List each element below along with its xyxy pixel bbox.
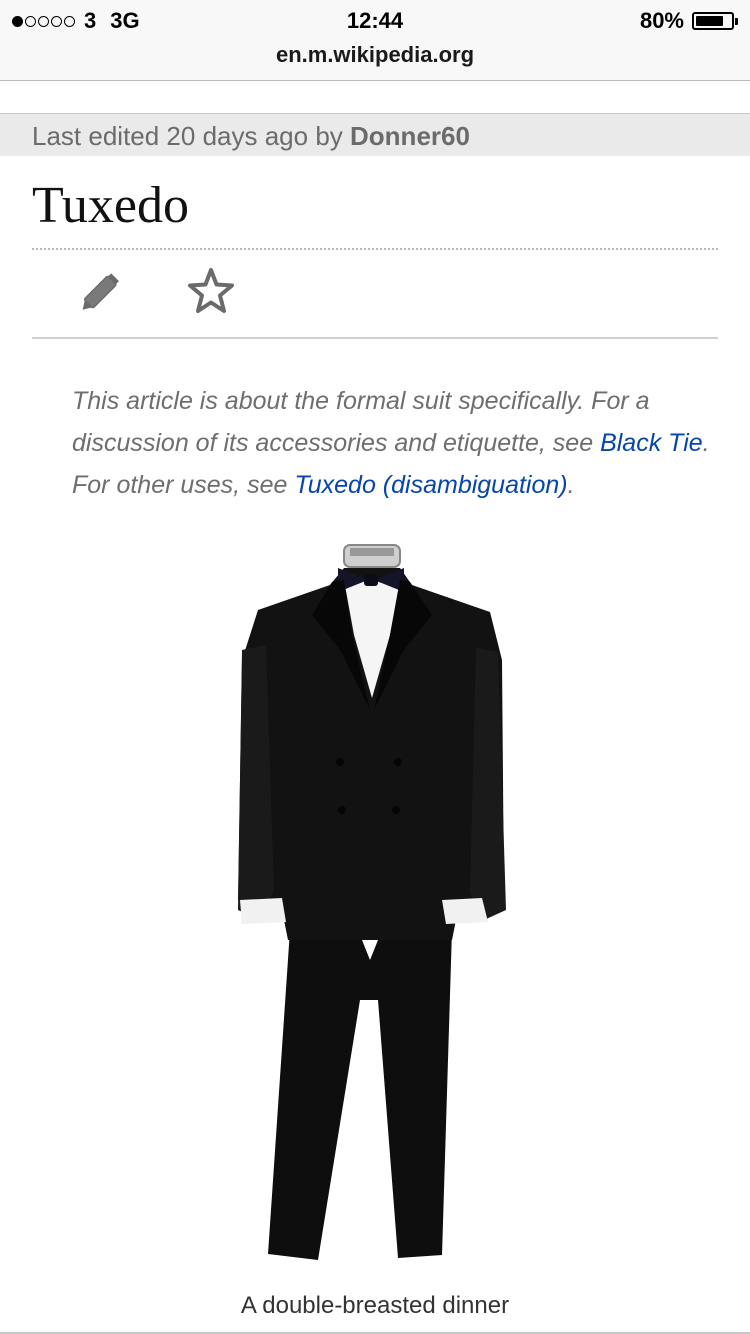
last-edited-text: Last edited 20 days ago by Donner60: [32, 121, 470, 152]
battery-icon: [692, 12, 734, 30]
browser-chrome: 3 3G 12:44 80% en.m.wikipedia.org: [0, 0, 750, 81]
link-black-tie[interactable]: Black Tie: [600, 429, 703, 457]
status-time: 12:44: [346, 8, 404, 33]
title-divider: [32, 248, 718, 250]
last-edited-prefix: Last edited 20 days ago by: [32, 121, 351, 151]
battery-percent: 80%: [639, 8, 684, 33]
address-bar-url[interactable]: en.m.wikipedia.org: [0, 42, 750, 68]
page-title: Tuxedo: [32, 177, 190, 234]
tuxedo-image[interactable]: [220, 540, 520, 1270]
battery-tip: [735, 17, 738, 25]
hatnote-text: .: [567, 471, 575, 499]
pencil-icon[interactable]: [78, 268, 126, 314]
image-caption: A double-breasted dinner: [240, 1292, 510, 1319]
hatnote: This article is about the formal suit sp…: [72, 380, 712, 506]
last-edited-user[interactable]: Donner60: [350, 121, 470, 151]
hatnote-text: This article is about the formal suit sp…: [72, 387, 650, 457]
actions-divider: [32, 337, 718, 339]
battery-fill: [696, 16, 724, 26]
star-icon[interactable]: [186, 266, 236, 314]
battery-indicator: 80%: [640, 8, 738, 34]
link-tuxedo-disambiguation[interactable]: Tuxedo (disambiguation): [294, 471, 567, 499]
wikipedia-mobile-page: 3 3G 12:44 80% en.m.wikipedia.org Last e…: [0, 0, 750, 1334]
last-edited-bar[interactable]: Last edited 20 days ago by Donner60: [0, 113, 750, 156]
